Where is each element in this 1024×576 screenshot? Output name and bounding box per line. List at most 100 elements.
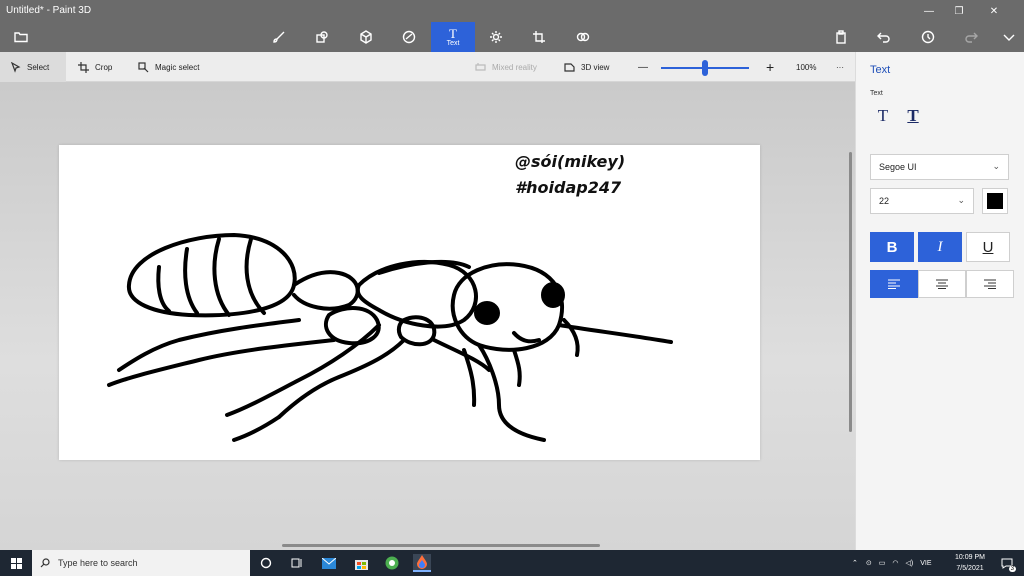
2d-text-button[interactable]: T bbox=[872, 106, 894, 126]
3d-view-button[interactable]: 3D view bbox=[554, 52, 619, 82]
align-right-icon bbox=[984, 279, 996, 289]
history-button[interactable] bbox=[913, 22, 943, 52]
align-center-button[interactable] bbox=[918, 270, 966, 298]
align-left-button[interactable] bbox=[870, 270, 918, 298]
more-options-button[interactable]: ··· bbox=[826, 52, 854, 82]
bold-button[interactable]: B bbox=[870, 232, 914, 262]
canvas-icon bbox=[533, 31, 545, 43]
task-view-button[interactable] bbox=[288, 554, 306, 572]
text-tool-button[interactable]: T Text bbox=[431, 22, 475, 52]
workspace: @sói(mikey) #hoidap247 bbox=[0, 82, 855, 550]
main-toolbar: T Text bbox=[0, 22, 1024, 52]
chevron-down-icon: ⌄ bbox=[992, 161, 1000, 171]
mixed-reality-button[interactable]: Mixed reality bbox=[465, 52, 547, 82]
font-size-dropdown[interactable]: 22 ⌄ bbox=[870, 188, 974, 214]
close-button[interactable]: ✕ bbox=[974, 0, 1014, 22]
mail-app-button[interactable] bbox=[320, 554, 338, 572]
3d-library-button[interactable] bbox=[568, 22, 598, 52]
italic-button[interactable]: I bbox=[918, 232, 962, 262]
sub-toolbar: Select Crop Magic select Mixed reality 3… bbox=[0, 52, 855, 82]
canvas-button[interactable] bbox=[524, 22, 554, 52]
clock-date: 7/5/2021 bbox=[956, 565, 984, 572]
system-tray: ⌃ ⊙ ▭ ◠ ◁) VIE bbox=[852, 550, 932, 576]
horizontal-scrollbar[interactable] bbox=[282, 544, 600, 547]
mail-icon bbox=[322, 557, 336, 569]
drawing-canvas[interactable]: @sói(mikey) #hoidap247 bbox=[59, 145, 760, 460]
browser-app-button[interactable] bbox=[383, 554, 401, 572]
text-color-picker[interactable] bbox=[982, 188, 1008, 214]
select-button[interactable]: Select bbox=[0, 52, 66, 82]
stickers-button[interactable] bbox=[394, 22, 424, 52]
cortana-button[interactable] bbox=[257, 554, 275, 572]
panel-subtitle: Text bbox=[870, 90, 883, 97]
title-bar: Untitled* - Paint 3D — ❐ ✕ bbox=[0, 0, 1024, 22]
magic-select-button[interactable]: Magic select bbox=[128, 52, 209, 82]
zoom-value[interactable]: 100% bbox=[786, 52, 826, 82]
align-center-icon bbox=[936, 279, 948, 289]
stickers-icon bbox=[402, 30, 416, 44]
redo-button[interactable] bbox=[956, 22, 986, 52]
undo-button[interactable] bbox=[869, 22, 899, 52]
tray-chevron-icon[interactable]: ⌃ bbox=[852, 559, 858, 567]
history-icon bbox=[921, 30, 935, 44]
2d-text-icon: T bbox=[877, 106, 889, 125]
2d-shapes-button[interactable] bbox=[307, 22, 337, 52]
store-icon bbox=[354, 559, 368, 570]
effects-button[interactable] bbox=[481, 22, 511, 52]
task-view-icon bbox=[291, 558, 302, 568]
mixed-reality-label: Mixed reality bbox=[492, 62, 537, 72]
3d-shapes-button[interactable] bbox=[351, 22, 381, 52]
chevron-down-icon bbox=[1003, 34, 1015, 41]
folder-icon bbox=[14, 32, 28, 43]
underline-button[interactable]: U bbox=[966, 232, 1010, 262]
zoom-out-button[interactable]: — bbox=[628, 52, 658, 82]
undo-icon bbox=[877, 32, 890, 43]
3d-text-button[interactable]: T bbox=[902, 106, 924, 126]
vertical-scrollbar[interactable] bbox=[849, 152, 852, 432]
canvas-text-box[interactable]: @sói(mikey) #hoidap247 bbox=[515, 149, 625, 201]
paste-button[interactable] bbox=[826, 22, 856, 52]
effects-icon bbox=[490, 31, 502, 43]
taskbar-clock[interactable]: 10:09 PM 7/5/2021 bbox=[948, 552, 992, 574]
language-indicator[interactable]: VIE bbox=[920, 560, 931, 567]
align-left-icon bbox=[888, 279, 900, 289]
expand-toolbar-button[interactable] bbox=[994, 22, 1024, 52]
3d-view-label: 3D view bbox=[581, 62, 610, 72]
taskbar-search[interactable]: Type here to search bbox=[32, 550, 250, 576]
coccoc-icon bbox=[385, 556, 399, 570]
zoom-in-button[interactable]: + bbox=[756, 52, 784, 82]
crop-button[interactable]: Crop bbox=[68, 52, 122, 82]
minimize-button[interactable]: — bbox=[914, 0, 944, 22]
brushes-button[interactable] bbox=[264, 22, 294, 52]
paste-icon bbox=[836, 30, 846, 44]
panel-title: Text bbox=[870, 64, 891, 76]
tray-app-icon[interactable]: ⊙ bbox=[866, 559, 872, 567]
font-family-dropdown[interactable]: Segoe UI ⌄ bbox=[870, 154, 1009, 180]
search-placeholder: Type here to search bbox=[58, 558, 138, 568]
select-label: Select bbox=[27, 62, 50, 72]
chevron-down-icon: ⌄ bbox=[957, 195, 965, 205]
maximize-button[interactable]: ❐ bbox=[944, 0, 974, 22]
taskbar: Type here to search ⌃ ⊙ ▭ ◠ ◁) VIE 10:09… bbox=[0, 550, 1024, 576]
canvas-text-line-1: @sói(mikey) bbox=[515, 152, 626, 171]
crop-label: Crop bbox=[95, 62, 113, 72]
zoom-slider-thumb[interactable] bbox=[702, 60, 708, 76]
action-center-button[interactable]: 3 bbox=[998, 554, 1016, 572]
volume-icon[interactable]: ◁) bbox=[905, 559, 913, 567]
store-app-button[interactable] bbox=[352, 554, 370, 572]
wifi-icon[interactable]: ◠ bbox=[892, 559, 898, 567]
paint3d-app-button[interactable] bbox=[413, 554, 431, 572]
battery-icon[interactable]: ▭ bbox=[879, 559, 886, 567]
canvas-text-line-2: #hoidap247 bbox=[515, 178, 622, 197]
mixed-reality-icon bbox=[475, 62, 486, 71]
clock-time: 10:09 PM bbox=[955, 554, 985, 561]
3d-library-icon bbox=[576, 32, 590, 42]
start-button[interactable] bbox=[7, 554, 25, 572]
ant-drawing bbox=[107, 233, 673, 442]
menu-folder-button[interactable] bbox=[6, 22, 36, 52]
3d-text-icon: T bbox=[907, 106, 919, 125]
notification-count: 3 bbox=[1008, 566, 1016, 572]
text-tool-label: Text bbox=[446, 40, 460, 47]
text-properties-panel: Text Text T T Segoe UI ⌄ 22 ⌄ B I U bbox=[855, 52, 1024, 550]
align-right-button[interactable] bbox=[966, 270, 1014, 298]
